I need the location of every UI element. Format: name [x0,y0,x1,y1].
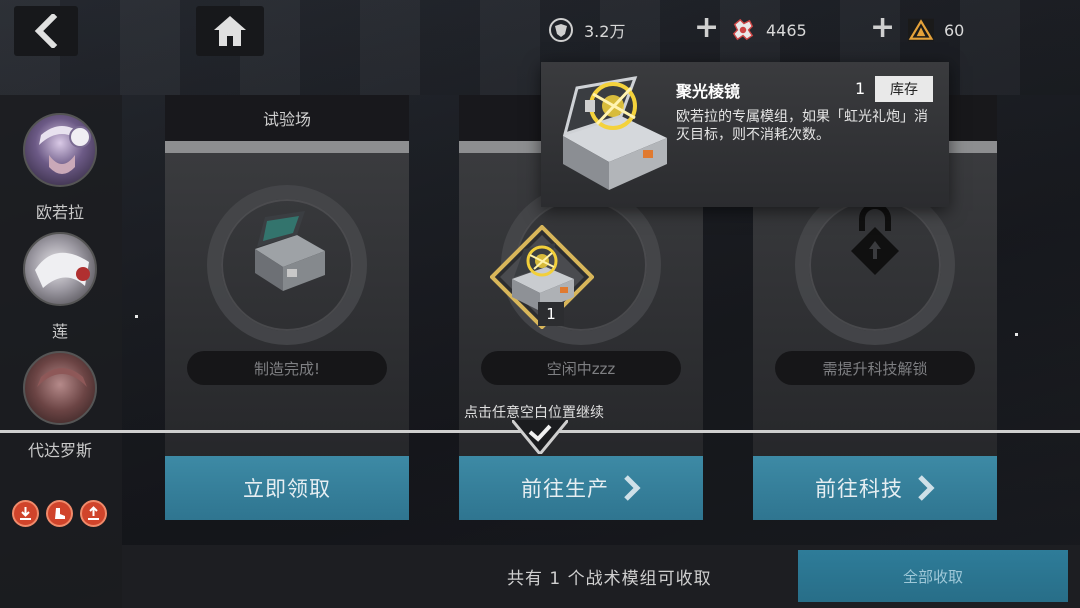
continue-tip: 点击任意空白位置继续 [464,405,604,421]
panel-body: 制造完成! [165,153,409,463]
chevron-right-icon [624,475,641,501]
character-aurora[interactable]: 欧若拉 [22,113,98,223]
chevron-right-icon [918,475,935,501]
triangle-crystal-icon [908,17,934,43]
button-label: 前往科技 [815,477,903,501]
boot-icon[interactable] [46,500,73,527]
prism-module-icon [562,76,667,190]
claim-now-button[interactable]: 立即领取 [165,456,409,520]
collect-all-button[interactable]: 全部收取 [798,550,1068,602]
status-pill: 需提升科技解锁 [775,351,975,385]
button-label: 立即领取 [243,477,331,501]
item-count-badge: 1 [538,302,564,326]
avatar [23,113,97,187]
status-pill: 空闲中zzz [481,351,681,385]
status-pill: 制造完成! [187,351,387,385]
resource-parts: 4465 [730,12,807,48]
character-daedalus[interactable]: 代达罗斯 [22,351,98,461]
tooltip-description: 欧若拉的专属模组，如果「虹光礼炮」消灭目标，则不消耗次数。 [676,109,928,143]
module-box-icon [255,211,325,291]
crest-icon [548,17,574,43]
avatar [23,232,97,306]
download-icon[interactable] [12,500,39,527]
add-crystal-button[interactable]: + [870,10,895,46]
go-production-button[interactable]: 前往生产 [459,456,703,520]
character-lian[interactable]: 莲 [22,232,98,342]
character-name: 欧若拉 [35,203,84,222]
panel-test-field: 试验场 制造完成! 立即领取 [165,95,409,523]
character-list: 欧若拉 莲 代达罗斯 [0,95,122,608]
filter-badges [12,500,107,527]
panel-top-line [165,141,409,153]
add-parts-button[interactable]: + [694,10,719,46]
item-tooltip: 聚光棱镜 1 库存 欧若拉的专属模组，如果「虹光礼炮」消灭目标，则不消耗次数。 [541,62,949,207]
character-name: 代达罗斯 [27,441,92,460]
lock-icon [851,203,899,275]
gear-parts-icon [730,17,756,43]
upload-icon[interactable] [80,500,107,527]
resource-crystal: 60 [908,12,964,48]
tooltip-quantity: 1 [855,79,866,98]
sparkle [135,315,138,318]
go-tech-button[interactable]: 前往科技 [753,456,997,520]
button-label: 前往生产 [521,477,609,501]
resource-parts-value: 4465 [766,20,807,40]
panel-title: 试验场 [165,95,409,141]
tooltip-title: 聚光棱镜 [676,82,741,101]
home-icon [214,16,246,46]
collectable-summary: 共有 1 个战术模组可收取 [507,569,712,589]
home-button[interactable] [196,6,264,56]
character-name: 莲 [51,322,68,341]
chevron-left-icon [34,14,58,48]
resource-crest-value: 3.2万 [584,22,626,41]
resource-crest: 3.2万 [548,12,625,48]
sparkle [1015,333,1018,336]
avatar [23,351,97,425]
back-button[interactable] [14,6,78,56]
inventory-tag: 库存 [875,76,933,102]
check-icon[interactable] [512,420,568,454]
resource-crystal-value: 60 [944,20,965,40]
